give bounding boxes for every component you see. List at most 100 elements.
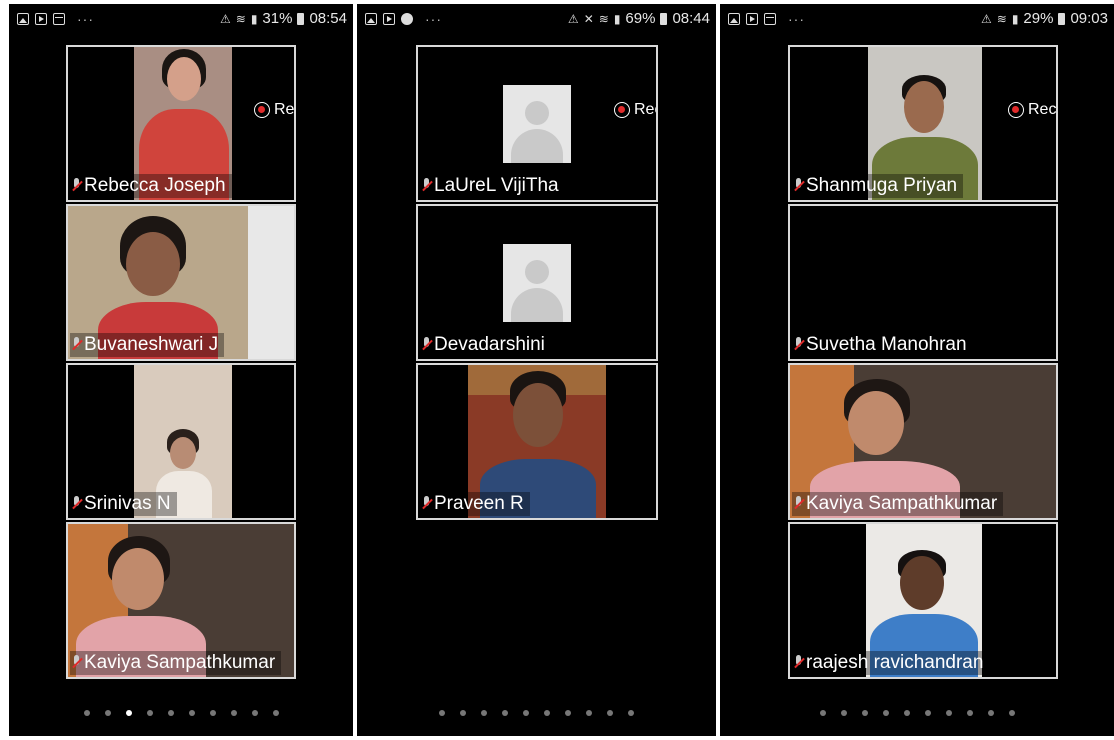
page-indicator[interactable] xyxy=(720,710,1114,716)
battery-icon xyxy=(297,12,305,25)
wifi-icon: ≋ xyxy=(235,11,246,26)
participant-name: Suvetha Manohran xyxy=(792,333,973,357)
phone-panel-2: ··· ⚠ ✕ ≋ ▮ 69% 08:44 Recording LaUreL V… xyxy=(357,4,716,736)
page-dot[interactable] xyxy=(146,710,153,716)
overflow-indicator: ··· xyxy=(77,11,94,27)
status-bar: ··· ⚠ ✕ ≋ ▮ 69% 08:44 xyxy=(357,4,716,34)
signal-icon: ▮ xyxy=(250,11,258,26)
status-bar: ··· ⚠ ≋ ▮ 31% 08:54 xyxy=(9,4,353,34)
phone-panel-3: ··· ⚠ ≋ ▮ 29% 09:03 Recording Shanmuga P… xyxy=(720,4,1114,736)
image-icon xyxy=(17,13,29,25)
page-dot[interactable] xyxy=(83,710,90,716)
page-dot[interactable] xyxy=(481,710,487,716)
signal-icon: ▮ xyxy=(613,11,621,26)
participant-tile[interactable]: raajesh ravichandran xyxy=(788,522,1058,679)
mic-muted-icon xyxy=(794,337,803,353)
participant-tile[interactable]: Buvaneshwari J xyxy=(66,204,296,361)
participant-name: Srinivas N xyxy=(70,492,177,516)
mute-icon: ✕ xyxy=(583,11,594,26)
page-dot[interactable] xyxy=(607,710,613,716)
participant-tile[interactable]: Praveen R xyxy=(416,363,658,520)
page-dot[interactable] xyxy=(272,710,279,716)
mic-muted-icon xyxy=(72,496,81,512)
page-dot[interactable] xyxy=(167,710,174,716)
participant-name: Rebecca Joseph xyxy=(70,174,232,198)
mic-muted-icon xyxy=(794,178,803,194)
page-dot[interactable] xyxy=(882,710,889,716)
page-dot[interactable] xyxy=(460,710,466,716)
avatar xyxy=(503,85,571,163)
alert-icon: ⚠ xyxy=(980,11,992,26)
page-dot[interactable] xyxy=(819,710,826,716)
page-dot[interactable] xyxy=(439,710,445,716)
participant-tile[interactable]: Recording LaUreL VijiTha xyxy=(416,45,658,202)
signal-icon: ▮ xyxy=(1011,11,1019,26)
page-dot[interactable] xyxy=(125,710,132,716)
page-dot[interactable] xyxy=(966,710,973,716)
page-dot[interactable] xyxy=(1008,710,1015,716)
battery-percent: 69% xyxy=(625,10,656,27)
page-dot[interactable] xyxy=(987,710,994,716)
participant-name: Devadarshini xyxy=(420,333,551,357)
participant-name: raajesh ravichandran xyxy=(792,651,990,675)
mic-muted-icon xyxy=(422,496,431,512)
participant-tile[interactable]: Kaviya Sampathkumar xyxy=(66,522,296,679)
page-dot[interactable] xyxy=(544,710,550,716)
page-dot[interactable] xyxy=(104,710,111,716)
battery-percent: 31% xyxy=(262,10,293,27)
participant-name: Praveen R xyxy=(420,492,530,516)
mic-muted-icon xyxy=(422,178,431,194)
avatar xyxy=(503,244,571,322)
clock: 08:44 xyxy=(672,10,710,27)
battery-icon xyxy=(1058,12,1066,25)
image-icon xyxy=(728,13,740,25)
phone-panel-1: ··· ⚠ ≋ ▮ 31% 08:54 Recording Rebecca Jo… xyxy=(9,4,353,736)
page-dot[interactable] xyxy=(586,710,592,716)
record-icon xyxy=(614,102,630,118)
video-icon xyxy=(383,13,395,25)
page-dot[interactable] xyxy=(523,710,529,716)
participant-name: Kaviya Sampathkumar xyxy=(70,651,282,675)
recording-indicator: Recording xyxy=(1008,101,1056,119)
page-dot[interactable] xyxy=(945,710,952,716)
video-icon xyxy=(35,13,47,25)
mic-muted-icon xyxy=(72,178,81,194)
participant-tile[interactable]: Kaviya Sampathkumar xyxy=(788,363,1058,520)
calendar-icon xyxy=(53,13,65,25)
page-dot[interactable] xyxy=(903,710,910,716)
clock: 09:03 xyxy=(1070,10,1108,27)
page-indicator[interactable] xyxy=(357,710,716,716)
participant-name: Shanmuga Priyan xyxy=(792,174,964,198)
mic-muted-icon xyxy=(72,337,81,353)
recording-indicator: Recording xyxy=(254,101,294,119)
wifi-icon: ≋ xyxy=(598,11,609,26)
page-dot[interactable] xyxy=(502,710,508,716)
participant-tile[interactable]: Recording Rebecca Joseph xyxy=(66,45,296,202)
page-indicator[interactable] xyxy=(9,710,353,716)
alert-icon: ⚠ xyxy=(567,11,579,26)
participant-tile[interactable]: Srinivas N xyxy=(66,363,296,520)
mic-muted-icon xyxy=(794,655,803,671)
page-dot[interactable] xyxy=(188,710,195,716)
participant-tile[interactable]: Recording Shanmuga Priyan xyxy=(788,45,1058,202)
participant-tile[interactable]: Suvetha Manohran xyxy=(788,204,1058,361)
overflow-indicator: ··· xyxy=(425,11,442,27)
participant-name: LaUreL VijiTha xyxy=(420,174,565,198)
chrome-icon xyxy=(401,13,413,25)
page-dot[interactable] xyxy=(251,710,258,716)
battery-icon xyxy=(660,12,668,25)
page-dot[interactable] xyxy=(840,710,847,716)
page-dot[interactable] xyxy=(861,710,868,716)
image-icon xyxy=(365,13,377,25)
video-icon xyxy=(746,13,758,25)
record-icon xyxy=(1008,102,1024,118)
participant-tile[interactable]: Devadarshini xyxy=(416,204,658,361)
battery-percent: 29% xyxy=(1023,10,1054,27)
participant-name: Buvaneshwari J xyxy=(70,333,225,357)
page-dot[interactable] xyxy=(209,710,216,716)
page-dot[interactable] xyxy=(924,710,931,716)
page-dot[interactable] xyxy=(230,710,237,716)
clock: 08:54 xyxy=(309,10,347,27)
page-dot[interactable] xyxy=(628,710,634,716)
page-dot[interactable] xyxy=(565,710,571,716)
